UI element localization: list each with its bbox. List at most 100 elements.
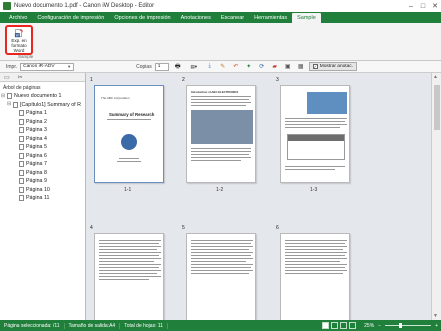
tree-item-label: Página 7 xyxy=(26,161,47,168)
tree-chapter[interactable]: ⊟ [Capítulo1] Summary of R xyxy=(0,101,85,110)
page-label: 1-2 xyxy=(216,187,224,193)
tree-item-label: Página 8 xyxy=(26,169,47,176)
tree-root[interactable]: ⊟ Nuevo documento 1 xyxy=(0,92,85,101)
zoom-slider[interactable] xyxy=(385,323,432,328)
tab-print-options[interactable]: Opciones de impresión xyxy=(109,13,175,23)
detail-view-icon[interactable] xyxy=(349,322,357,329)
app-icon xyxy=(3,2,11,10)
tree-item-page-7[interactable]: Página 7 xyxy=(0,160,85,169)
pen-icon[interactable]: ✎ xyxy=(219,63,227,71)
ribbon-group-label: Sample xyxy=(18,54,34,59)
page-icon xyxy=(19,195,24,202)
tree-root-label: Nuevo documento 1 xyxy=(14,93,62,100)
export-word-label: Exp. en formato Word xyxy=(11,38,27,53)
menu-bar: Archivo Configuración de impresión Opcio… xyxy=(0,12,441,23)
minimize-button[interactable]: – xyxy=(405,0,417,12)
print-button-icon[interactable]: ▤▾ xyxy=(187,63,201,71)
pages-icon[interactable]: ▣ xyxy=(284,63,292,71)
page-icon xyxy=(19,169,24,176)
tree-item-label: Página 6 xyxy=(26,152,47,159)
ribbon: W Exp. en formato Word Sample xyxy=(0,23,441,61)
tree-item-page-4[interactable]: Página 4 xyxy=(0,135,85,144)
insert-page-icon[interactable]: ⤓ xyxy=(206,63,214,71)
document-icon xyxy=(7,93,12,100)
tree-chapter-label: [Capítulo1] Summary of R xyxy=(20,101,81,108)
scroll-up-icon[interactable]: ▲ xyxy=(433,74,438,80)
output-size-status: Tamaño de salida:A4 xyxy=(65,322,121,329)
list-view-icon[interactable] xyxy=(331,322,339,329)
tree-item-page-10[interactable]: Página 10 xyxy=(0,186,85,195)
page-icon xyxy=(19,144,24,151)
page-icon xyxy=(19,178,24,185)
page-label: 1-1 xyxy=(124,187,132,193)
scroll-thumb[interactable] xyxy=(434,85,440,130)
page-thumbnail-1[interactable]: The ABC Corporation Summary of Research xyxy=(94,85,164,183)
page-icon xyxy=(19,135,24,142)
collapse-icon[interactable]: ⊟ xyxy=(1,93,6,99)
logo-image xyxy=(121,134,137,150)
page-icon xyxy=(19,127,24,134)
selected-page-status: Página seleccionada: /11 xyxy=(0,322,65,329)
page-thumbnail-6[interactable] xyxy=(280,233,350,320)
tree-item-page-3[interactable]: Página 3 xyxy=(0,126,85,135)
page-label: 1-3 xyxy=(310,187,318,193)
printer-icon[interactable]: 🖶 xyxy=(174,63,182,71)
printer-select[interactable]: Canon iR-ADV ▼ xyxy=(20,62,75,71)
clip-tab-icon[interactable]: ✂ xyxy=(14,74,27,81)
paint-icon[interactable]: ▰ xyxy=(271,63,279,71)
zoom-out-icon[interactable]: − xyxy=(378,323,381,329)
single-view-icon[interactable] xyxy=(322,322,330,329)
stack-icon[interactable]: ▦ xyxy=(297,63,305,71)
tab-tools[interactable]: Herramientas xyxy=(249,13,292,23)
copies-input[interactable]: 1 xyxy=(154,62,169,71)
tree-item-label: Página 1 xyxy=(26,110,47,117)
page-number: 2 xyxy=(182,77,185,83)
undo-icon[interactable]: ↶ xyxy=(232,63,240,71)
shape-icon[interactable]: ✦ xyxy=(245,63,253,71)
zoom-in-icon[interactable]: + xyxy=(435,323,438,329)
page-title-text: Introduction of ABC ELECTRONICS xyxy=(191,90,239,94)
page-thumbnail-2[interactable]: Introduction of ABC ELECTRONICS xyxy=(186,85,256,183)
page-number: 1 xyxy=(90,77,93,83)
tree-item-page-9[interactable]: Página 9 xyxy=(0,177,85,186)
page-thumbnail-3[interactable] xyxy=(280,85,350,183)
title-bar: Nuevo documento 1.pdf - Canon iW Desktop… xyxy=(0,0,441,12)
tree-item-page-6[interactable]: Página 6 xyxy=(0,152,85,161)
tab-print-settings[interactable]: Configuración de impresión xyxy=(32,13,109,23)
tab-annotations[interactable]: Anotaciones xyxy=(176,13,216,23)
zoom-knob[interactable] xyxy=(399,323,403,328)
status-bar: Página seleccionada: /11 Tamaño de salid… xyxy=(0,320,441,331)
page-icon xyxy=(19,186,24,193)
chevron-down-icon: ▼ xyxy=(67,64,72,69)
tree-item-page-1[interactable]: Página 1 xyxy=(0,109,85,118)
tree-item-page-8[interactable]: Página 8 xyxy=(0,169,85,178)
copies-label: Copias xyxy=(136,63,152,70)
printer-label: Impr. xyxy=(6,63,18,70)
tree-tab-icon[interactable]: ▭ xyxy=(0,74,14,81)
close-button[interactable]: ✕ xyxy=(429,0,441,12)
tree-item-page-5[interactable]: Página 5 xyxy=(0,143,85,152)
collapse-icon[interactable]: ⊟ xyxy=(7,102,12,107)
zoom-level: 25% xyxy=(364,322,375,329)
page-thumbnail-5[interactable] xyxy=(186,233,256,320)
export-word-button[interactable]: W Exp. en formato Word xyxy=(5,25,33,55)
tab-archivo[interactable]: Archivo xyxy=(4,13,32,23)
page-title-text: Summary of Research xyxy=(109,112,155,117)
thumbnail-view-icon[interactable] xyxy=(340,322,348,329)
maximize-button[interactable]: □ xyxy=(417,0,429,12)
page-thumbnail-4[interactable] xyxy=(94,233,164,320)
page-number: 5 xyxy=(182,225,185,231)
rotate-icon[interactable]: ⟳ xyxy=(258,63,266,71)
scroll-down-icon[interactable]: ▼ xyxy=(433,313,438,319)
tree-item-page-11[interactable]: Página 11 xyxy=(0,194,85,203)
show-annotations-toggle[interactable]: ✓ Mostrar anotac. xyxy=(308,62,358,71)
word-export-icon: W xyxy=(14,29,23,38)
page-number: 3 xyxy=(276,77,279,83)
total-sheets-status: Total de hojas: 11 xyxy=(120,322,169,329)
tree-item-label: Página 11 xyxy=(26,195,50,202)
tree-item-page-2[interactable]: Página 2 xyxy=(0,118,85,127)
checkbox-icon: ✓ xyxy=(312,64,318,69)
tab-scan[interactable]: Escanear xyxy=(216,13,249,23)
vertical-scrollbar[interactable]: ▲ ▼ xyxy=(431,73,441,320)
tab-sample[interactable]: Sample xyxy=(292,13,321,23)
